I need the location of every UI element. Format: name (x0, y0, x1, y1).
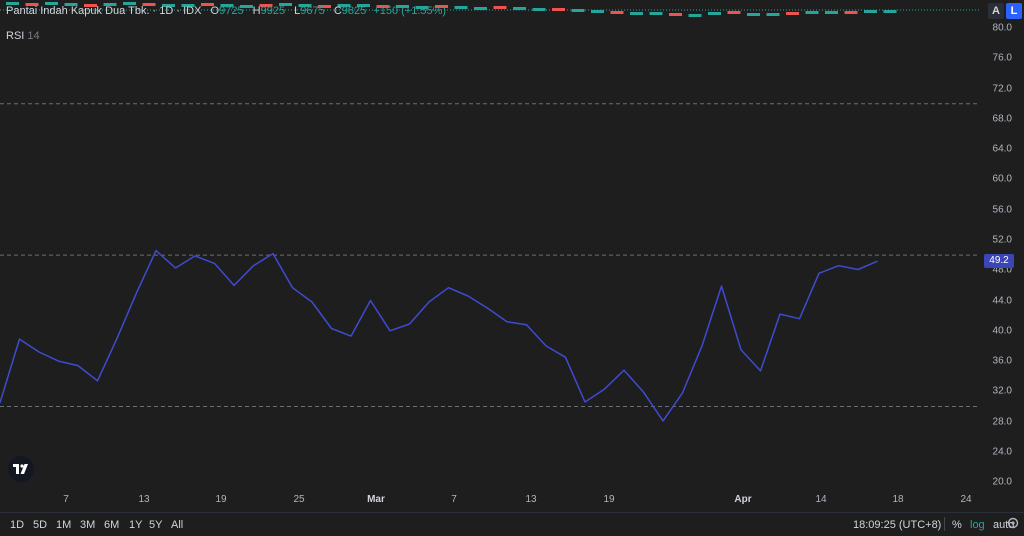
high-value: 9925 (260, 5, 286, 17)
current-value-badge: 49.2 (984, 254, 1014, 269)
price-candle (591, 10, 604, 13)
price-candle (766, 13, 780, 16)
rsi-series-line[interactable] (0, 249, 878, 422)
x-tick-label: 7 (451, 494, 457, 505)
x-tick-label: 25 (293, 494, 305, 505)
range-all-button[interactable]: All (171, 519, 183, 531)
price-candle (552, 8, 565, 11)
price-candle (805, 11, 819, 14)
price-candle (454, 6, 468, 9)
price-candle (844, 11, 858, 14)
time-scale[interactable]: 7 13 19 25 Mar 7 13 19 Apr 14 18 24 (0, 490, 980, 512)
price-candle (532, 8, 546, 11)
x-tick-label: 13 (525, 494, 537, 505)
range-3m-button[interactable]: 3M (80, 519, 95, 531)
range-6m-button[interactable]: 6M (104, 519, 119, 531)
x-tick-label: 19 (215, 494, 227, 505)
price-candle (727, 11, 741, 14)
percent-toggle[interactable]: % (952, 519, 962, 531)
price-candle (747, 13, 760, 16)
high-label: H (252, 5, 261, 17)
price-candle (610, 11, 624, 14)
x-tick-label: 13 (138, 494, 150, 505)
price-candle (630, 12, 643, 15)
clock-timezone[interactable]: 18:09:25 (UTC+8) (853, 519, 941, 531)
y-tick-label: 24.0 (992, 446, 1012, 458)
log-toggle[interactable]: log (970, 519, 985, 531)
settings-gear-icon[interactable] (1006, 516, 1020, 530)
price-candle (513, 7, 526, 10)
indicator-param: 14 (27, 30, 40, 42)
y-tick-label: 32.0 (992, 385, 1012, 397)
y-tick-label: 52.0 (992, 234, 1012, 246)
y-tick-label: 68.0 (992, 113, 1012, 125)
x-tick-label: 7 (63, 494, 69, 505)
price-candle (669, 13, 682, 16)
y-tick-label: 28.0 (992, 416, 1012, 428)
price-candle (649, 12, 663, 15)
price-candle (825, 11, 838, 14)
tradingview-logo-icon[interactable] (8, 456, 34, 482)
y-tick-label: 36.0 (992, 355, 1012, 367)
y-tick-label: 40.0 (992, 325, 1012, 337)
price-candle (493, 6, 507, 9)
price-candle (786, 12, 799, 15)
symbol-legend[interactable]: Pantai Indah Kapuk Dua Tbk. · 1D · IDX O… (6, 5, 446, 17)
y-tick-label: 20.0 (992, 476, 1012, 488)
price-candle (708, 12, 721, 15)
price-candle (688, 14, 702, 17)
close-value: 9825 (341, 5, 367, 17)
y-tick-label: 64.0 (992, 143, 1012, 155)
change-value: +150 (+1.55%) (373, 5, 447, 17)
price-candle (474, 7, 487, 10)
x-tick-label: 18 (892, 494, 904, 505)
x-tick-label: Mar (367, 494, 385, 505)
x-tick-label: Apr (734, 494, 752, 505)
y-tick-label: 72.0 (992, 83, 1012, 95)
close-label: C (333, 5, 342, 17)
price-candle (571, 9, 585, 12)
rsi-chart[interactable] (0, 0, 980, 490)
open-label: O (210, 5, 220, 17)
bottom-toolbar: 1D 5D 1M 3M 6M 1Y 5Y All 18:09:25 (UTC+8… (0, 512, 1024, 536)
range-5d-button[interactable]: 5D (33, 519, 47, 531)
y-tick-label: 60.0 (992, 173, 1012, 185)
range-1m-button[interactable]: 1M (56, 519, 71, 531)
y-tick-label: 56.0 (992, 204, 1012, 216)
symbol-title[interactable]: Pantai Indah Kapuk Dua Tbk. · 1D · IDX (6, 5, 201, 17)
indicator-label[interactable]: RSI 14 (6, 30, 40, 42)
price-scale[interactable]: 80.0 76.0 72.0 68.0 64.0 60.0 56.0 52.0 48.0 44.0… (980, 0, 1024, 490)
x-tick-label: 24 (960, 494, 972, 505)
price-candle (883, 10, 897, 13)
x-tick-label: 19 (603, 494, 615, 505)
low-value: 9675 (300, 5, 325, 17)
range-5y-button[interactable]: 5Y (149, 519, 162, 531)
x-tick-label: 14 (815, 494, 827, 505)
open-value: 9725 (219, 5, 244, 17)
indicator-name: RSI (6, 30, 25, 42)
y-tick-label: 44.0 (992, 295, 1012, 307)
divider (944, 517, 945, 531)
range-1d-button[interactable]: 1D (10, 519, 24, 531)
range-1y-button[interactable]: 1Y (129, 519, 142, 531)
price-candle (864, 10, 877, 13)
chart-area[interactable] (0, 0, 980, 490)
y-tick-label: 76.0 (992, 52, 1012, 64)
y-tick-label: 80.0 (992, 22, 1012, 34)
